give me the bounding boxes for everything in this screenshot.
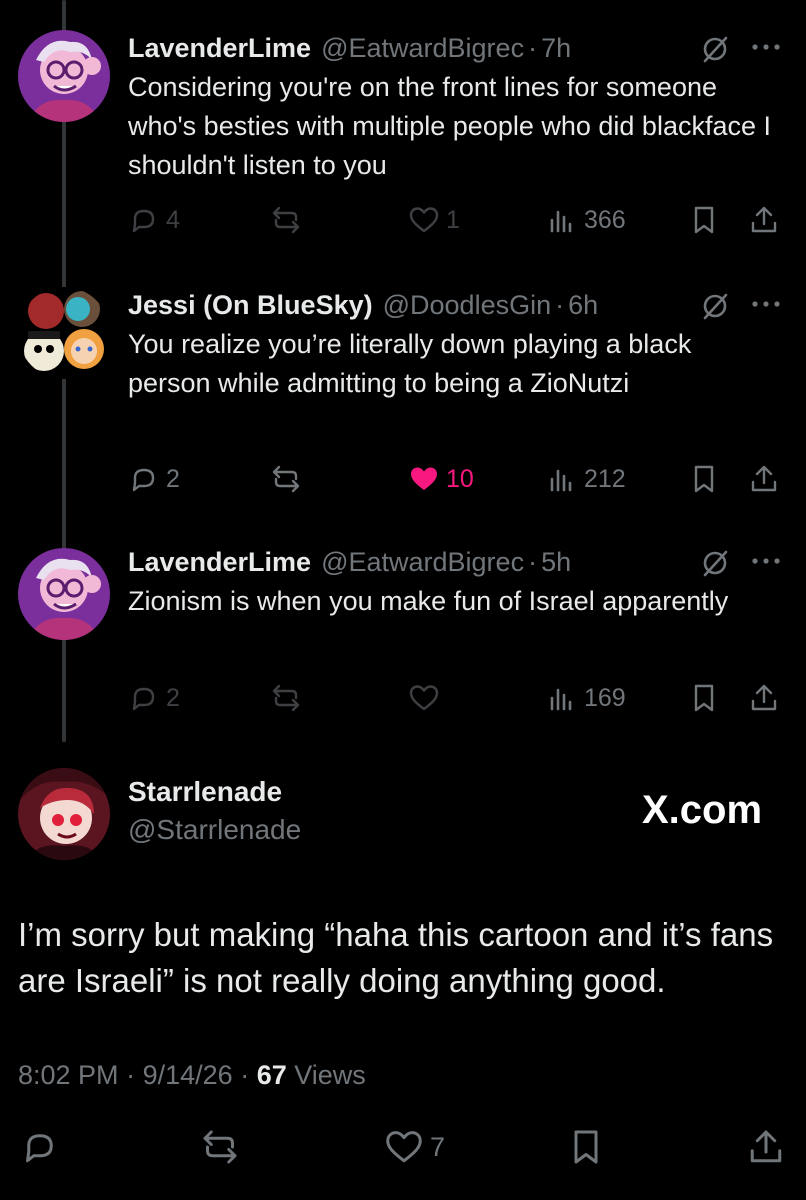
reply-text: Considering you're on the front lines fo… [128,72,772,180]
avatar[interactable] [18,287,110,379]
views-icon [546,682,578,714]
author-name[interactable]: Jessi (On BlueSky) [128,287,373,323]
share-button[interactable] [748,200,780,240]
grok-icon[interactable] [700,548,730,578]
main-tweet-text: I’m sorry but making “haha this cartoon … [18,916,774,999]
share-icon [748,682,780,714]
repost-button[interactable] [270,459,302,499]
action-bar: 2 10 212 [0,459,806,499]
share-icon [748,204,780,236]
views-button[interactable]: 212 [546,459,626,499]
author-name[interactable]: LavenderLime [128,30,311,66]
author-handle[interactable]: @DoodlesGin [383,287,552,323]
views-icon [546,463,578,495]
separator-dot: · [528,33,538,63]
avatar[interactable] [18,548,110,640]
reply-icon [20,1127,60,1167]
views-button[interactable]: 169 [546,678,626,718]
reply-tweet[interactable]: LavenderLime @EatwardBigrec · 7h Conside… [0,30,806,250]
bookmark-icon [688,463,720,495]
avatar[interactable] [18,30,110,122]
more-icon[interactable] [748,289,784,319]
share-button[interactable] [746,1122,786,1172]
bookmark-button[interactable] [688,678,720,718]
like-button[interactable]: 10 [408,459,474,499]
share-icon [748,463,780,495]
reply-icon [128,463,160,495]
like-icon [408,463,440,495]
reply-button[interactable]: 2 [128,459,180,499]
bookmark-button[interactable] [688,459,720,499]
separator-dot: · [555,290,565,320]
views-count: 366 [584,205,626,234]
views-icon [546,204,578,236]
author-handle[interactable]: @EatwardBigrec [321,544,524,580]
bookmark-icon [566,1127,606,1167]
repost-icon [270,463,302,495]
reply-tweet[interactable]: LavenderLime @EatwardBigrec · 5h Zionism… [0,544,806,744]
separator-dot: · [240,1060,257,1090]
timestamp[interactable]: 5h [541,544,571,580]
timestamp[interactable]: 6h [568,287,598,323]
more-icon[interactable] [748,32,784,62]
reply-count: 2 [166,464,180,493]
views-button[interactable]: 366 [546,200,626,240]
share-button[interactable] [748,459,780,499]
main-avatar[interactable] [18,768,110,860]
views-count: 212 [584,464,626,493]
share-icon [746,1127,786,1167]
reply-header: LavenderLime @EatwardBigrec · 7h [128,30,571,66]
bookmark-button[interactable] [688,200,720,240]
main-author-name[interactable]: Starrlenade [128,776,282,808]
action-bar-right: 366 [0,200,806,240]
views-label: Views [294,1060,366,1090]
views-count: 67 [256,1060,287,1090]
separator-dot: · [126,1060,143,1090]
author-name[interactable]: LavenderLime [128,544,311,580]
tweet-time[interactable]: 8:02 PM [18,1060,119,1090]
share-button[interactable] [748,678,780,718]
repost-button[interactable] [200,1122,240,1172]
separator-dot: · [528,547,538,577]
grok-icon[interactable] [700,34,730,64]
bookmark-icon [688,682,720,714]
timestamp[interactable]: 7h [541,30,571,66]
main-author-handle[interactable]: @Starrlenade [128,814,301,846]
x-watermark: X.com [642,788,763,832]
bookmark-button[interactable] [566,1122,606,1172]
views-count: 169 [584,683,626,712]
like-count: 10 [446,464,474,493]
reply-button[interactable] [20,1122,60,1172]
author-handle[interactable]: @EatwardBigrec [321,30,524,66]
grok-icon[interactable] [700,291,730,321]
action-bar-right: 169 [0,678,806,718]
like-button[interactable]: 7 [384,1122,445,1172]
repost-icon [200,1127,240,1167]
main-action-bar: 7 [0,1122,806,1172]
bookmark-icon [688,204,720,236]
more-icon[interactable] [748,546,784,576]
reply-header: Jessi (On BlueSky) @DoodlesGin · 6h [128,287,598,323]
reply-text: Zionism is when you make fun of Israel a… [128,586,729,616]
tweet-meta: 8:02 PM · 9/14/26 · 67 Views [18,1060,366,1091]
tweet-date[interactable]: 9/14/26 [143,1060,233,1090]
reply-tweet[interactable]: Jessi (On BlueSky) @DoodlesGin · 6h You … [0,287,806,507]
reply-text: You realize you’re literally down playin… [128,329,692,398]
like-icon [384,1127,424,1167]
reply-header: LavenderLime @EatwardBigrec · 5h [128,544,571,580]
like-count: 7 [430,1131,446,1162]
